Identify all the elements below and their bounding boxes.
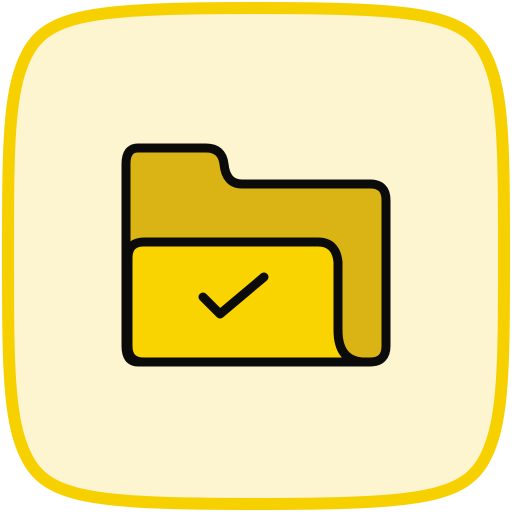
folder-check-icon bbox=[121, 143, 391, 367]
app-icon-canvas bbox=[0, 0, 512, 512]
folder-front-panel bbox=[123, 237, 367, 367]
folder-check-app-icon bbox=[1, 1, 510, 511]
